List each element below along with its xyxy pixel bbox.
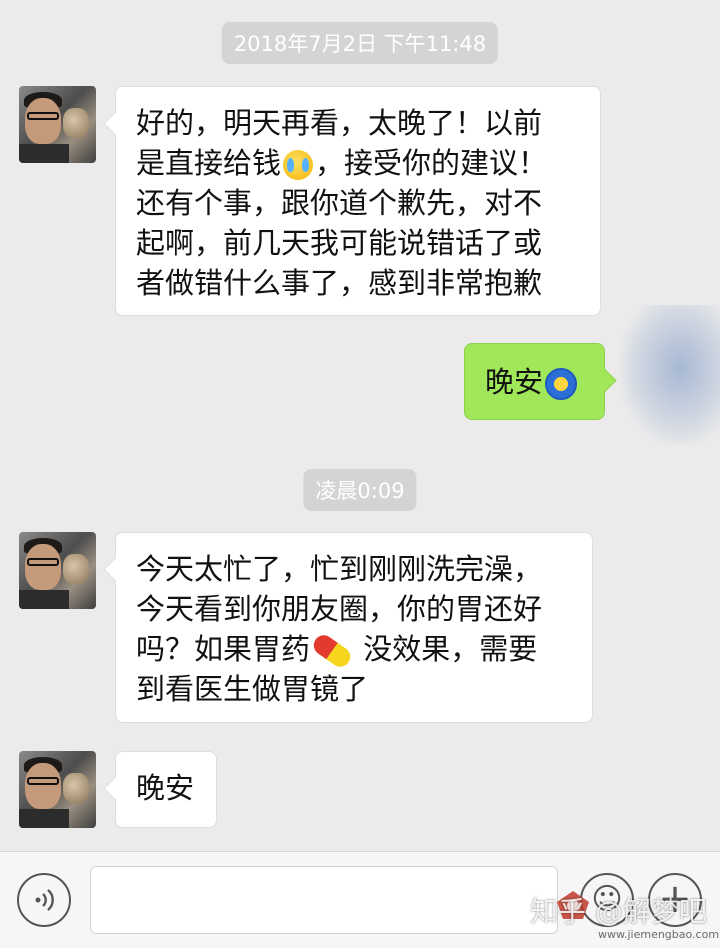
message-line: 今天太忙了，忙到刚刚洗完澡，	[136, 552, 543, 586]
contact-avatar[interactable]	[19, 751, 96, 828]
message-line: 者做错什么事了，感到非常抱歉	[136, 266, 543, 300]
avatar-face	[25, 544, 61, 590]
message-line: 还有个事，跟你道个歉先，对不	[136, 186, 543, 220]
message-line: 今天看到你朋友圈，你的胃还好	[136, 592, 543, 626]
message-input[interactable]	[90, 866, 558, 934]
message-text: ，接受你的建议！	[315, 146, 548, 180]
message-line: 起啊，前几天我可能说错话了或	[136, 226, 543, 260]
message-line: 是直接给钱 ，接受你的建议！	[136, 143, 580, 183]
avatar-shirt	[19, 144, 69, 163]
blurred-avatar-overlay	[620, 305, 720, 445]
avatar-shirt	[19, 590, 69, 609]
contact-avatar[interactable]	[19, 532, 96, 609]
timestamp: 凌晨0:09	[303, 469, 417, 511]
message-text: 吗？如果胃药	[136, 632, 311, 666]
message-bubble-outgoing[interactable]: 晚安	[464, 343, 605, 420]
contact-avatar[interactable]	[19, 86, 96, 163]
avatar-cat	[63, 773, 89, 803]
message-bubble-incoming[interactable]: 今天太忙了，忙到刚刚洗完澡， 今天看到你朋友圈，你的胃还好 吗？如果胃药 没效果…	[115, 532, 593, 723]
watermark-text: 知乎 @解梦吧	[530, 895, 707, 928]
avatar-shirt	[19, 809, 69, 828]
message-text: 没效果，需要	[354, 632, 538, 666]
voice-button[interactable]	[17, 873, 71, 927]
message-text: 晚安	[136, 771, 195, 805]
message-line: 好的，明天再看，太晚了！以前	[136, 106, 543, 140]
avatar-glasses	[27, 112, 59, 120]
voice-icon	[35, 889, 54, 911]
avatar-glasses	[27, 777, 59, 785]
message-bubble-incoming[interactable]: 晚安	[115, 751, 217, 828]
moon-face-emoji	[545, 368, 578, 400]
avatar-cat	[63, 108, 89, 138]
timestamp: 2018年7月2日 下午11:48	[221, 22, 499, 64]
watermark-site: www.jiemengbao.com	[598, 928, 720, 941]
message-text: 晚安	[485, 365, 544, 399]
avatar-face	[25, 98, 61, 144]
message-line: 吗？如果胃药 没效果，需要	[136, 629, 572, 671]
avatar-face	[25, 763, 61, 809]
avatar-glasses	[27, 558, 59, 566]
message-line: 到看医生做胃镜了	[136, 672, 369, 706]
message-text: 是直接给钱	[136, 146, 282, 180]
crying-face-emoji	[283, 150, 314, 180]
avatar-cat	[63, 554, 89, 584]
pill-emoji	[309, 631, 355, 671]
message-bubble-incoming[interactable]: 好的，明天再看，太晚了！以前 是直接给钱 ，接受你的建议！ 还有个事，跟你道个歉先…	[115, 86, 601, 316]
